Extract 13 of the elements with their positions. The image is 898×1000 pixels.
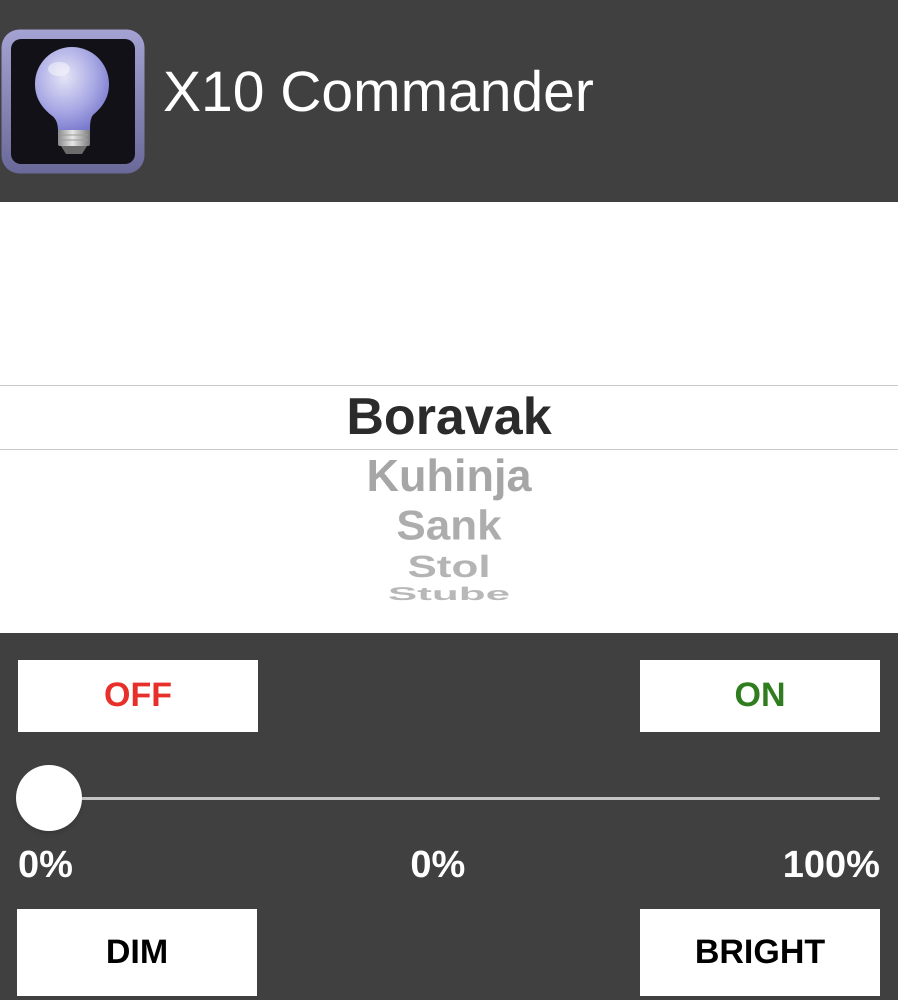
brightness-slider[interactable] bbox=[16, 765, 880, 831]
off-button[interactable]: OFF bbox=[18, 660, 258, 732]
app-title: X10 Commander bbox=[163, 60, 594, 126]
max-value-label: 100% bbox=[782, 844, 880, 888]
picker-item[interactable]: Kuhinja bbox=[366, 450, 532, 502]
picker-item[interactable]: Boravak bbox=[346, 388, 552, 448]
min-value-label: 0% bbox=[18, 844, 73, 888]
dim-button[interactable]: DIM bbox=[17, 908, 257, 996]
bright-button[interactable]: BRIGHT bbox=[640, 908, 880, 996]
current-value-label: 0% bbox=[410, 844, 466, 888]
on-button[interactable]: ON bbox=[640, 660, 880, 732]
picker-item[interactable]: Sank bbox=[396, 502, 502, 550]
lightbulb-icon bbox=[1, 28, 145, 174]
